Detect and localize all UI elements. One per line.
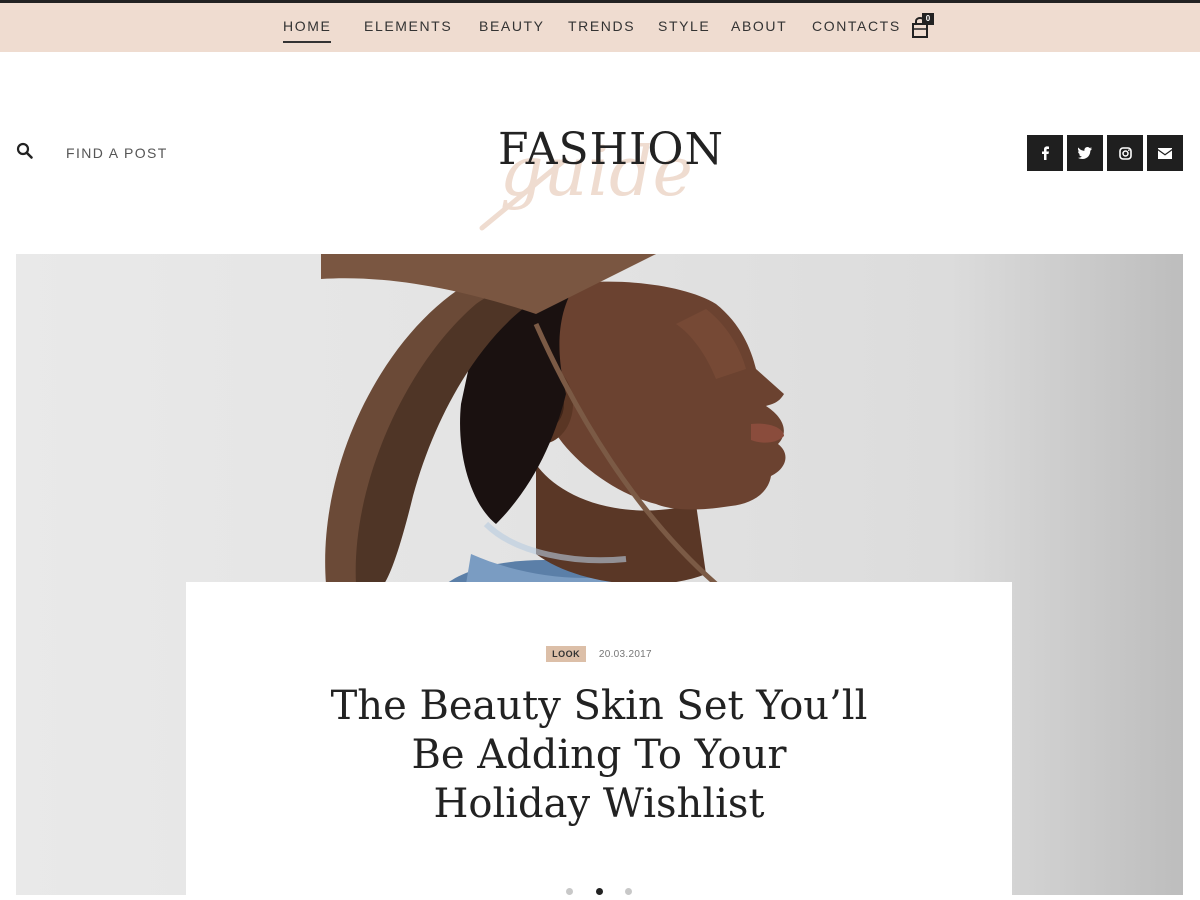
cart-count-badge: 0 [922, 13, 934, 25]
logo-wordmark: FASHION [498, 124, 724, 175]
nav-item-style[interactable]: STYLE [658, 18, 710, 34]
search-icon[interactable] [16, 142, 34, 160]
nav-item-about[interactable]: ABOUT [731, 18, 787, 34]
slider-pagination [186, 882, 1012, 900]
facebook-icon [1042, 146, 1049, 160]
post-category-tag[interactable]: LOOK [546, 646, 587, 662]
slider-dot-3[interactable] [624, 888, 632, 895]
nav-item-beauty[interactable]: BEAUTY [479, 18, 545, 34]
main-nav: HOME ELEMENTS BEAUTY TRENDS STYLE ABOUT … [0, 3, 1200, 52]
nav-item-elements[interactable]: ELEMENTS [364, 18, 452, 34]
nav-item-trends[interactable]: TRENDS [568, 18, 635, 34]
headline-line-3: Holiday Wishlist [433, 781, 765, 827]
find-post-search[interactable]: FIND A POST [66, 145, 168, 161]
post-date: 20.03.2017 [598, 649, 652, 660]
nav-item-contacts[interactable]: CONTACTS [812, 18, 901, 34]
twitter-icon [1078, 147, 1092, 159]
headline-line-2: Be Adding To Your [411, 732, 787, 778]
slider-dot-1[interactable] [566, 888, 574, 895]
slider-dot-2[interactable] [595, 888, 603, 895]
site-logo[interactable]: guide FASHION [470, 110, 730, 240]
post-meta: LOOK 20.03.2017 [186, 646, 1012, 662]
email-button[interactable] [1147, 135, 1183, 171]
instagram-icon [1118, 146, 1132, 160]
featured-post-card: LOOK 20.03.2017 The Beauty Skin Set You’… [186, 582, 1012, 900]
facebook-button[interactable] [1027, 135, 1063, 171]
instagram-button[interactable] [1107, 135, 1143, 171]
headline-line-1: The Beauty Skin Set You’ll [330, 683, 868, 729]
post-headline[interactable]: The Beauty Skin Set You’ll Be Adding To … [256, 682, 942, 829]
nav-item-home[interactable]: HOME [283, 18, 332, 43]
envelope-icon [1158, 147, 1172, 159]
cart-button[interactable]: 0 [910, 13, 936, 43]
top-nav-bar: HOME ELEMENTS BEAUTY TRENDS STYLE ABOUT … [0, 0, 1200, 52]
twitter-button[interactable] [1067, 135, 1103, 171]
